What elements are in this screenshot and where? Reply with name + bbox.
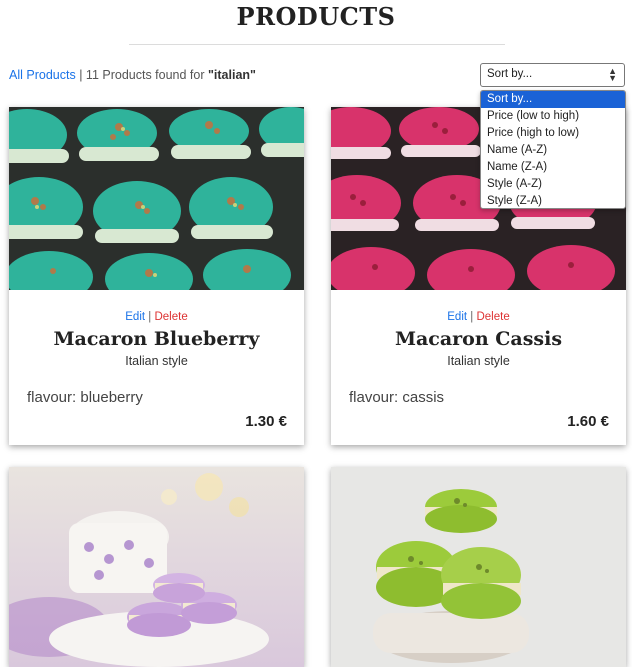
product-image[interactable]	[9, 107, 304, 290]
action-separator: |	[470, 311, 474, 323]
sort-select-value: Sort by...	[487, 68, 533, 80]
product-card	[331, 467, 626, 667]
sort-option-style-desc[interactable]: Style (Z-A)	[481, 193, 625, 208]
results-count: 11 Products found for	[85, 68, 205, 82]
sort-option-default[interactable]: Sort by...	[481, 91, 625, 108]
product-image[interactable]	[9, 467, 304, 667]
title-divider	[129, 44, 505, 45]
sort-option-name-desc[interactable]: Name (Z-A)	[481, 159, 625, 176]
search-query: "italian"	[208, 68, 256, 82]
page-title: PRODUCTS	[236, 2, 396, 31]
product-image[interactable]	[331, 467, 626, 667]
product-actions: Edit | Delete	[331, 311, 626, 323]
product-price: 1.60 €	[567, 413, 609, 430]
product-style: Italian style	[125, 354, 188, 368]
sort-option-style-asc[interactable]: Style (A-Z)	[481, 176, 625, 193]
delete-link[interactable]: Delete	[154, 311, 187, 323]
all-products-link[interactable]: All Products	[9, 68, 76, 82]
sort-option-price-desc[interactable]: Price (high to low)	[481, 125, 625, 142]
product-card	[9, 467, 304, 667]
action-separator: |	[148, 311, 152, 323]
sort-dropdown[interactable]: Sort by... Price (low to high) Price (hi…	[480, 90, 626, 209]
product-name[interactable]: Macaron Cassis	[331, 328, 626, 350]
product-name[interactable]: Macaron Blueberry	[9, 328, 304, 350]
sort-option-price-asc[interactable]: Price (low to high)	[481, 108, 625, 125]
sort-caret-icon: ▲ ▼	[608, 66, 617, 83]
edit-link[interactable]: Edit	[125, 311, 145, 323]
breadcrumb-separator: |	[79, 68, 83, 82]
results-summary: All Products | 11 Products found for "it…	[9, 68, 256, 82]
delete-link[interactable]: Delete	[476, 311, 509, 323]
edit-link[interactable]: Edit	[447, 311, 467, 323]
product-card: Edit | Delete Macaron Blueberry Italian …	[9, 107, 304, 445]
product-flavour: flavour: blueberry	[27, 389, 143, 406]
product-flavour: flavour: cassis	[349, 389, 445, 406]
sort-select[interactable]: Sort by... ▲ ▼	[480, 63, 625, 87]
product-price: 1.30 €	[245, 413, 287, 430]
product-actions: Edit | Delete	[9, 311, 304, 323]
sort-option-name-asc[interactable]: Name (A-Z)	[481, 142, 625, 159]
product-style: Italian style	[447, 354, 510, 368]
